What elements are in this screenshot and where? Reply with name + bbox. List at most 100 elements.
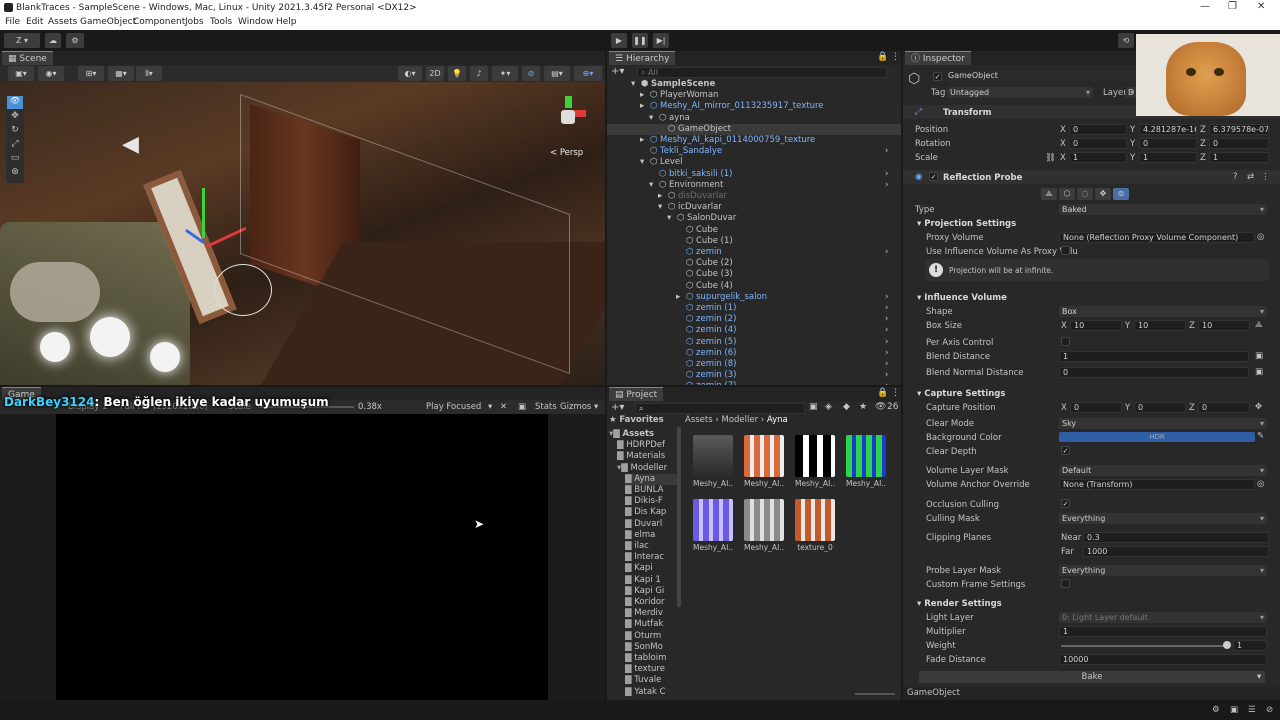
hierarchy-row[interactable]: ▾ ⬡ Environment › — [607, 180, 901, 191]
per-axis-checkbox[interactable] — [1061, 337, 1070, 346]
move-gizmo-y-icon[interactable] — [202, 188, 205, 238]
folder-row[interactable]: ▇ Dikis-F — [625, 496, 677, 507]
prefab-open-icon[interactable]: › — [885, 180, 888, 191]
dropdown-chevron-icon[interactable]: ▾ — [488, 402, 492, 412]
progress-icon[interactable]: ▣ — [1230, 705, 1238, 715]
hierarchy-row[interactable]: ⬡ zemin (3) › — [607, 370, 901, 381]
gizmo-y-axis-icon[interactable] — [565, 96, 572, 108]
probe-enabled-checkbox[interactable]: ✓ — [929, 172, 938, 181]
light-gizmo-icon[interactable] — [40, 332, 70, 362]
stats-icon[interactable]: ▣ — [518, 402, 526, 412]
influence-volume-header[interactable]: ▾ Influence Volume — [917, 293, 1007, 303]
box-size-y-input[interactable]: 10 — [1134, 320, 1186, 331]
edit-bounds-icon[interactable]: ⟁ — [1255, 320, 1263, 330]
folder-row[interactable]: ▇ Duvarl — [625, 519, 677, 530]
more-menu-icon[interactable]: ⋮ — [891, 52, 900, 62]
folder-row[interactable]: ▇ BUNLA — [625, 485, 677, 496]
scale-z-input[interactable]: 1 — [1209, 152, 1269, 163]
gizmo-center-icon[interactable] — [561, 110, 575, 124]
tab-inspector[interactable]: ⓘ Inspector — [905, 51, 971, 65]
folder-row[interactable]: ▇ Kapi — [625, 563, 677, 574]
prefab-open-icon[interactable]: › — [885, 381, 888, 385]
weight-slider-handle[interactable] — [1223, 641, 1231, 649]
hierarchy-row[interactable]: ▸ ⬡ Meshy_AI_mirror_0113235917_texture — [607, 101, 901, 112]
capture-move-icon[interactable]: ✥ — [1255, 402, 1262, 412]
position-z-input[interactable]: 6.379578e-07 — [1209, 124, 1269, 135]
prefab-open-icon[interactable]: › — [885, 247, 888, 258]
occlusion-culling-checkbox[interactable]: ✓ — [1061, 499, 1070, 508]
toggle-2d[interactable]: 2D — [426, 66, 444, 81]
volume-anchor-field[interactable]: None (Transform) — [1059, 479, 1255, 490]
lock-icon[interactable]: 🔒 — [877, 52, 888, 62]
snap-dropdown[interactable]: ⊞▾ — [78, 66, 104, 81]
prefab-open-icon[interactable]: › — [885, 169, 888, 180]
reflection-probe-gizmo[interactable] — [214, 264, 272, 316]
hierarchy-row[interactable]: ▾ ⬡ Level — [607, 157, 901, 168]
folder-row[interactable]: ▇ Interac — [625, 552, 677, 563]
project-scrollbar[interactable] — [677, 427, 681, 607]
asset-tile[interactable]: Meshy_AI... — [693, 435, 733, 488]
menu-window[interactable]: Window — [238, 17, 274, 27]
render-settings-header[interactable]: ▾ Render Settings — [917, 599, 1002, 609]
expand-arrow-icon[interactable]: ▸ — [658, 191, 662, 202]
edit-blend-icon[interactable]: ◌ — [1077, 188, 1093, 200]
breadcrumb-ayna[interactable]: Ayna — [767, 415, 788, 425]
create-plus-icon[interactable]: +▾ — [611, 66, 624, 77]
folder-row[interactable]: ▇ Mutfak — [625, 619, 677, 630]
rect-tool-icon[interactable]: ▭ — [7, 153, 23, 166]
pause-button[interactable]: ❚❚ — [632, 33, 648, 48]
near-input[interactable]: 0.3 — [1083, 532, 1269, 543]
capture-settings-header[interactable]: ▾ Capture Settings — [917, 389, 1005, 399]
menu-component[interactable]: Component — [133, 17, 185, 27]
tab-hierarchy[interactable]: ☰ Hierarchy — [609, 51, 676, 65]
audio-gizmo-icon[interactable]: ◀ — [122, 132, 139, 157]
hierarchy-row[interactable]: ▸ ⬡ disDuvarlar — [607, 191, 901, 202]
prefab-open-icon[interactable]: › — [885, 292, 888, 303]
hierarchy-row[interactable]: ▸ ⬡ PlayerWoman — [607, 90, 901, 101]
menu-jobs[interactable]: Jobs — [185, 17, 204, 27]
edit-capture-icon[interactable]: ✥ — [1095, 188, 1111, 200]
hierarchy-row[interactable]: ▾ ⬡ ayna — [607, 113, 901, 124]
transform-tool-icon[interactable]: ⊛ — [7, 167, 23, 180]
hierarchy-row[interactable]: ⬡ Cube (2) — [607, 258, 901, 269]
prefab-open-icon[interactable]: › — [885, 325, 888, 336]
menu-assets[interactable]: Assets — [48, 17, 77, 27]
rotate-tool-icon[interactable]: ↻ — [7, 125, 23, 138]
hierarchy-row[interactable]: ⬡ Cube (1) — [607, 236, 901, 247]
expand-arrow-icon[interactable]: ▾ — [631, 79, 635, 90]
stats-toggle[interactable]: Stats — [535, 402, 557, 412]
rotation-y-input[interactable]: 0 — [1139, 138, 1197, 149]
clear-mode-dropdown[interactable]: Sky — [1059, 418, 1267, 429]
light-gizmo-icon[interactable] — [90, 317, 130, 357]
scale-x-input[interactable]: 1 — [1069, 152, 1127, 163]
folder-row[interactable]: ▇ Yatak C — [625, 687, 677, 698]
projection-label[interactable]: < Persp — [550, 148, 583, 158]
thumbnail-size-slider[interactable] — [855, 693, 895, 695]
expand-arrow-icon[interactable]: ▾ — [649, 180, 653, 191]
hierarchy-row[interactable]: ▾ ⬡ SalonDuvar — [607, 213, 901, 224]
label-icon[interactable]: ◆ — [843, 402, 850, 412]
background-color-swatch[interactable]: HDR — [1059, 432, 1255, 442]
shading-dropdown[interactable]: ◐▾ — [398, 66, 422, 81]
projection-settings-header[interactable]: ▾ Projection Settings — [917, 219, 1016, 229]
hierarchy-row[interactable]: ▸ ⬡ Meshy_AI_kapi_0114000759_texture — [607, 135, 901, 146]
folder-row[interactable]: ▇ SonMo — [625, 642, 677, 653]
capture-y-input[interactable]: 0 — [1134, 402, 1186, 413]
asset-tile[interactable]: Meshy_AI... — [795, 435, 835, 488]
tag-dropdown[interactable]: Untagged — [947, 87, 1093, 98]
hierarchy-row[interactable]: ⬡ Cube — [607, 225, 901, 236]
blend-normal-input[interactable]: 0 — [1059, 367, 1249, 378]
hierarchy-row[interactable]: ⬡ zemin (4) › — [607, 325, 901, 336]
hidden-packages-icon[interactable]: 👁 — [875, 402, 886, 412]
mute-audio-icon[interactable]: ✕ — [500, 402, 507, 412]
gizmos-dropdown[interactable]: ⊕▾ — [574, 66, 602, 81]
folder-row[interactable]: ▇ ilac — [625, 541, 677, 552]
folder-row[interactable]: ▇ HDRPDef — [617, 440, 677, 451]
settings-icon[interactable]: ⊘ — [1266, 705, 1273, 715]
hierarchy-row[interactable]: ⬡ zemin (6) › — [607, 348, 901, 359]
weight-input[interactable]: 1 — [1233, 640, 1267, 651]
grid-dropdown[interactable]: ▦▾ — [108, 66, 134, 81]
blend-normal-edit-icon[interactable]: ▣ — [1255, 367, 1263, 377]
lighting-toggle[interactable]: 💡 — [448, 66, 466, 81]
menu-tools[interactable]: Tools — [210, 17, 232, 27]
